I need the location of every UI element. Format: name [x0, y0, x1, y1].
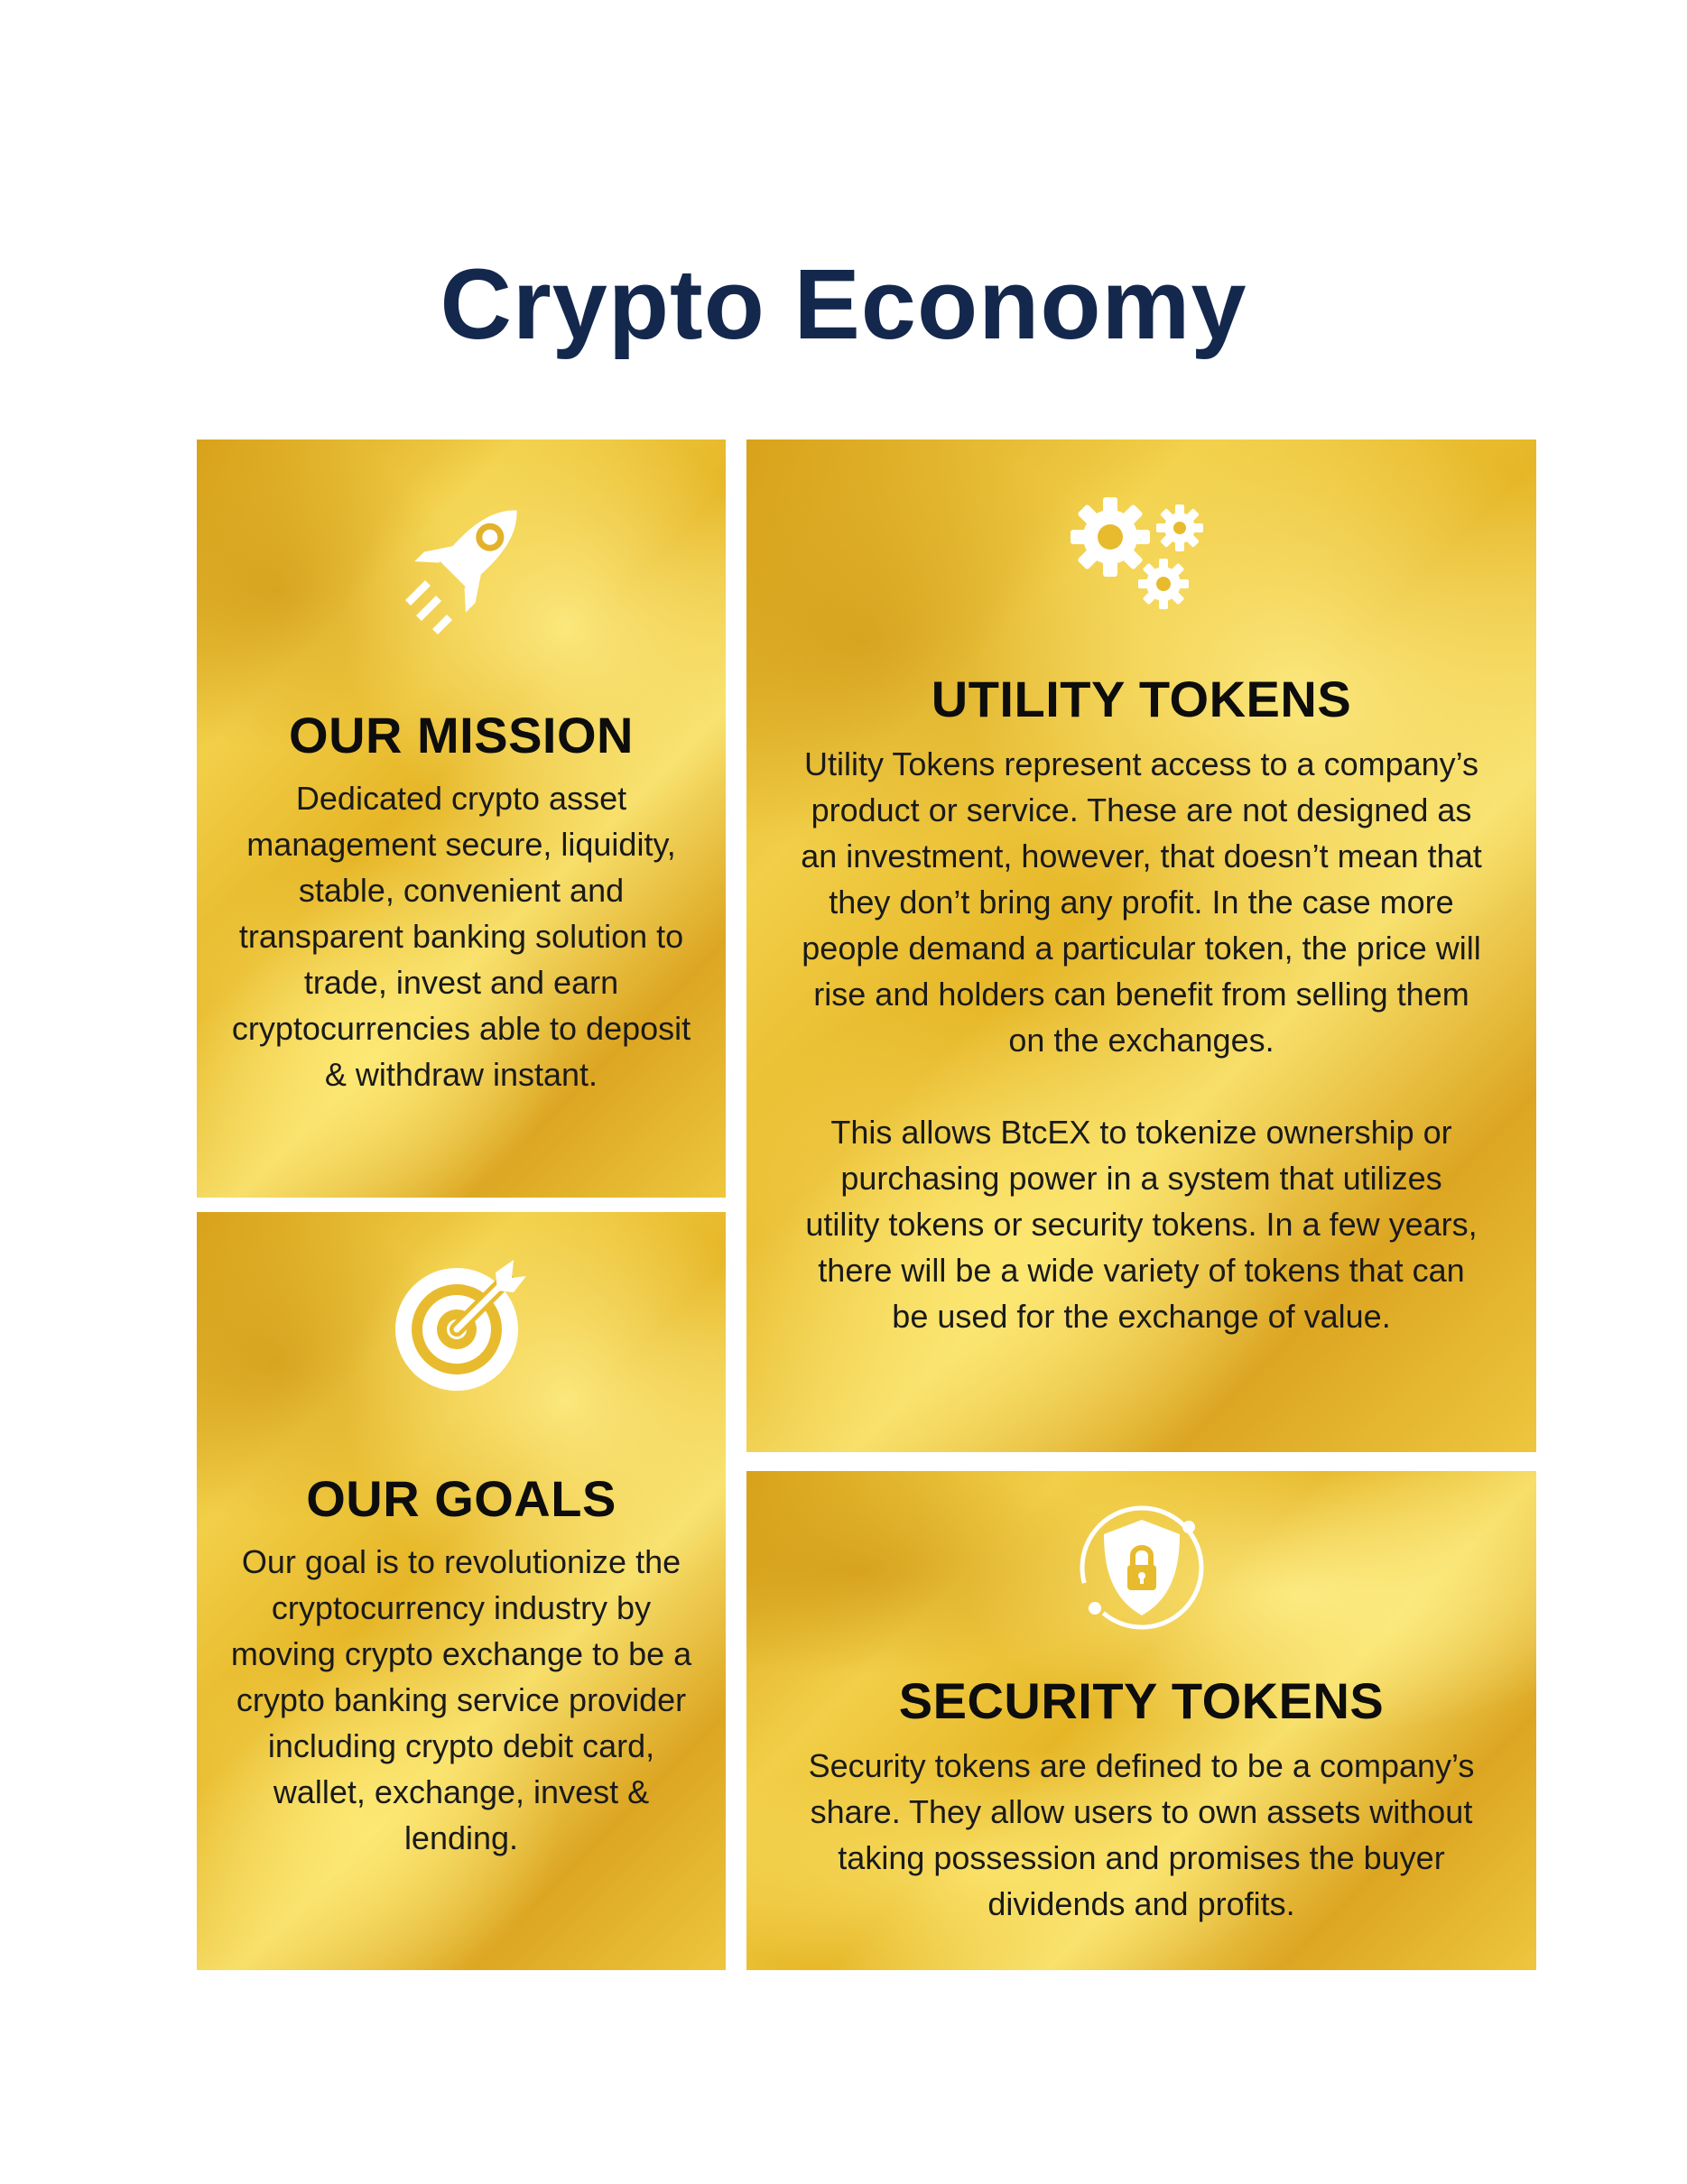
- mission-text: Dedicated crypto asset management secure…: [231, 780, 691, 1093]
- target-icon: [389, 1253, 533, 1402]
- page-title: Crypto Economy: [440, 248, 1247, 360]
- security-card: SECURITY TOKENS Security tokens are defi…: [746, 1471, 1536, 1970]
- utility-heading: UTILITY TOKENS: [931, 671, 1352, 727]
- rocket-icon: [389, 485, 542, 643]
- shield-lock-icon: [1070, 1500, 1214, 1640]
- utility-text-1: Utility Tokens represent access to a com…: [801, 745, 1482, 1059]
- goals-heading: OUR GOALS: [306, 1470, 616, 1527]
- mission-heading: OUR MISSION: [289, 707, 634, 763]
- gears-icon: [1070, 494, 1214, 615]
- utility-card: UTILITY TOKENS Utility Tokens represent …: [746, 440, 1536, 1452]
- utility-text-2: This allows BtcEX to tokenize ownership …: [805, 1114, 1478, 1335]
- mission-card: OUR MISSION Dedicated crypto asset manag…: [197, 440, 726, 1198]
- security-heading: SECURITY TOKENS: [898, 1672, 1385, 1729]
- goals-card: OUR GOALS Our goal is to revolutionize t…: [197, 1212, 726, 1970]
- security-text: Security tokens are defined to be a comp…: [808, 1747, 1475, 1922]
- goals-text: Our goal is to revolutionize the cryptoc…: [230, 1543, 692, 1856]
